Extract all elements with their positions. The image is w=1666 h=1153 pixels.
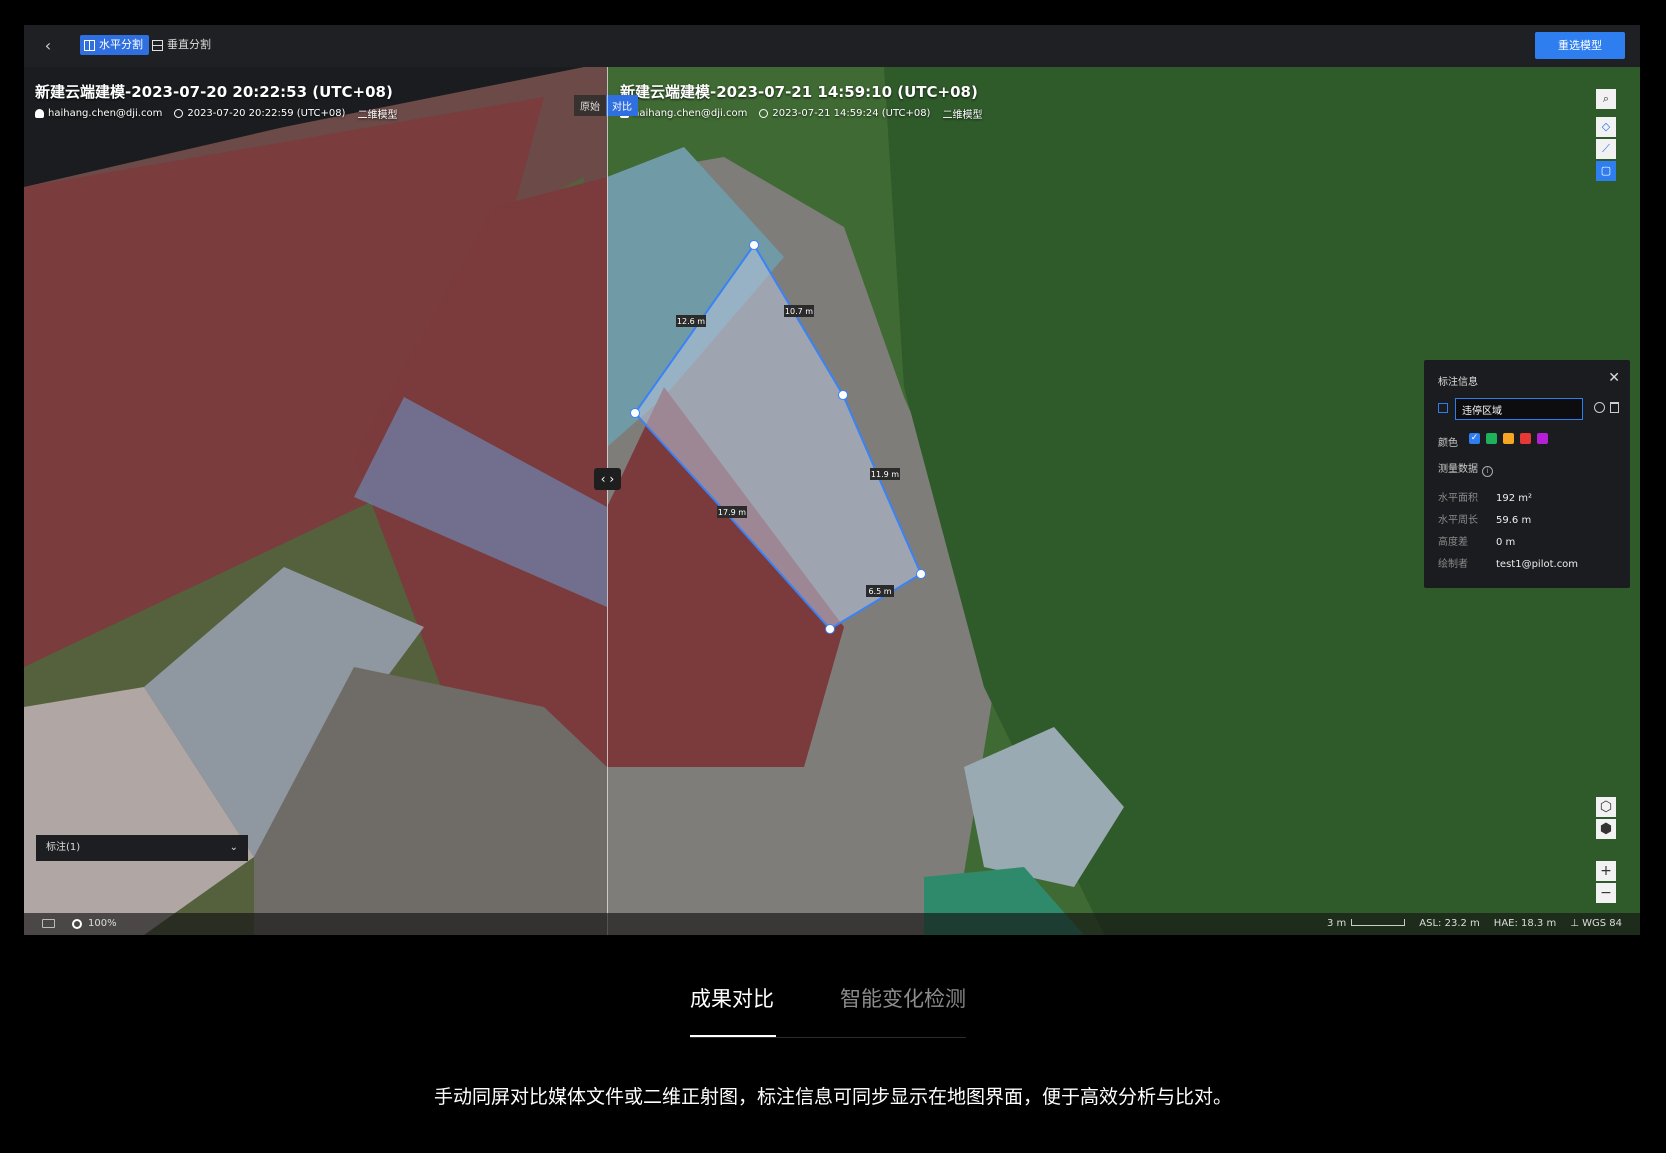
left-model-title: 新建云端建模-2023-07-20 20:22:53 (UTC+08) (35, 83, 393, 101)
hae-readout: HAE: 18.3 m (1493, 918, 1557, 929)
asl-readout: ASL: 23.2 m (1419, 918, 1480, 929)
edge-label: 11.9 m (871, 470, 899, 479)
color-swatches: ✓ (1469, 433, 1548, 444)
info-icon[interactable]: i (1482, 466, 1493, 477)
back-button[interactable]: ‹ (38, 36, 58, 56)
locate-icon[interactable] (1594, 402, 1605, 413)
edge-label: 12.6 m (677, 317, 705, 326)
line-icon: ⟋ (1602, 142, 1610, 155)
tab-result-compare[interactable]: 成果对比 (690, 983, 774, 1013)
layer-select-label: 标注(1) (46, 842, 81, 853)
compare-tag[interactable]: 对比 (606, 95, 638, 116)
left-model-info: 新建云端建模-2023-07-20 20:22:53 (UTC+08) haih… (35, 81, 397, 121)
left-model-user: haihang.chen@dji.com (48, 108, 163, 119)
trash-icon[interactable] (1610, 402, 1619, 413)
split-drag-handle[interactable]: ‹ › (594, 468, 621, 490)
measurement-row: 高度差 0 m (1438, 537, 1516, 548)
vertical-split-button[interactable]: 垂直分割 (148, 35, 217, 55)
polygon-tool[interactable]: ▢ (1596, 161, 1616, 181)
measurement-row: 水平周长 59.6 m (1438, 515, 1532, 526)
clock-icon (174, 109, 184, 118)
polygon-vertex (916, 569, 926, 579)
measure-label: 测量数据 (1438, 464, 1478, 475)
feature-tabs: 成果对比 智能变化检测 (690, 983, 966, 1038)
edge-label: 6.5 m (868, 587, 891, 596)
color-swatch[interactable] (1503, 433, 1514, 444)
arrows-horizontal-icon: ‹ › (600, 472, 615, 486)
close-icon[interactable]: ✕ (1608, 370, 1620, 386)
pin-icon: ◇ (1601, 120, 1611, 133)
keyboard-icon[interactable] (42, 919, 55, 928)
search-tool[interactable]: ⌕ (1596, 89, 1616, 109)
polygon-icon: ▢ (1600, 164, 1612, 177)
map-viewport[interactable]: 10.7 m 11.9 m 6.5 m 17.9 m 12.6 m 新建云端建模… (24, 67, 1640, 935)
color-swatch[interactable] (1537, 433, 1548, 444)
feature-caption: 手动同屏对比媒体文件或二维正射图，标注信息可同步显示在地图界面，便于高效分析与比… (433, 1086, 1232, 1108)
split-divider (607, 67, 608, 935)
scale-bar (1351, 919, 1406, 926)
right-model-type: 二维模型 (942, 110, 983, 121)
right-model-time: 2023-07-21 14:59:24 (UTC+08) (772, 108, 931, 119)
panel-title: 标注信息 (1438, 377, 1478, 388)
polygon-vertex (825, 624, 835, 634)
line-tool[interactable]: ⟋ (1596, 139, 1616, 159)
compare-toggle: 原始 对比 (574, 95, 638, 116)
scale-label: 3 m (1327, 918, 1347, 929)
map-statusbar: 100% 3 m ASL: 23.2 m HAE: 18.3 m ⊥ WGS 8… (24, 913, 1640, 935)
view-mode-group: ⬡ ⬢ (1596, 797, 1616, 841)
orthophoto-imagery: 10.7 m 11.9 m 6.5 m 17.9 m 12.6 m (24, 67, 1640, 935)
vertical-split-icon (152, 39, 163, 51)
point-tool[interactable]: ◇ (1596, 117, 1616, 137)
polygon-vertex (838, 390, 848, 400)
user-icon (35, 109, 44, 118)
crs-readout: WGS 84 (1582, 918, 1622, 929)
cube-icon: ⬡ (1599, 799, 1613, 815)
right-model-user: haihang.chen@dji.com (633, 108, 748, 119)
zoom-level: 100% (88, 918, 117, 929)
zoom-ring-icon (72, 919, 82, 929)
search-icon: ⌕ (1602, 92, 1610, 105)
model-compare-window: ‹ 水平分割 垂直分割 重选模型 10.7 m 11.9 m 6.5 m 17.… (24, 25, 1640, 935)
horizontal-split-button[interactable]: 水平分割 (80, 35, 149, 55)
reselect-model-button[interactable]: 重选模型 (1535, 32, 1625, 59)
measurement-row: 水平面积 192 m² (1438, 493, 1533, 504)
top-toolbar: ‹ 水平分割 垂直分割 重选模型 (24, 25, 1640, 68)
zoom-in-button[interactable]: + (1596, 861, 1616, 881)
polygon-icon (1438, 403, 1448, 413)
chevron-left-icon: ‹ (44, 36, 52, 55)
clock-icon (759, 109, 769, 118)
zoom-controls: + − (1596, 861, 1616, 905)
crs-icon: ⊥ (1570, 918, 1583, 929)
active-tab-underline (690, 1035, 776, 1037)
original-tag[interactable]: 原始 (574, 95, 606, 116)
minus-icon: − (1600, 885, 1612, 901)
tab-change-detection[interactable]: 智能变化检测 (840, 983, 966, 1013)
chevron-down-icon: ⌄ (229, 842, 238, 853)
right-model-title: 新建云端建模-2023-07-21 14:59:10 (UTC+08) (620, 83, 978, 101)
color-label: 颜色 (1438, 438, 1458, 449)
horizontal-split-label: 水平分割 (99, 38, 143, 51)
color-swatch[interactable]: ✓ (1469, 433, 1480, 444)
polygon-vertex (749, 240, 759, 250)
annotation-info-panel: 标注信息 ✕ 颜色 ✓ 测量数据i 水平面积192 m² 水平周长59.6 m … (1424, 360, 1630, 588)
edge-label: 17.9 m (718, 508, 746, 517)
edge-label: 10.7 m (785, 307, 813, 316)
color-swatch[interactable] (1520, 433, 1531, 444)
zoom-out-button[interactable]: − (1596, 883, 1616, 903)
left-model-type: 二维模型 (357, 110, 398, 121)
cube-filled-icon: ⬢ (1599, 821, 1613, 837)
vertical-split-label: 垂直分割 (167, 38, 211, 51)
measurement-row: 绘制者 test1@pilot.com (1438, 559, 1579, 570)
plus-icon: + (1600, 863, 1612, 879)
left-model-time: 2023-07-20 20:22:59 (UTC+08) (187, 108, 346, 119)
annotation-name-input[interactable] (1455, 398, 1583, 420)
3d-view-button[interactable]: ⬡ (1596, 797, 1616, 817)
2d-view-button[interactable]: ⬢ (1596, 819, 1616, 839)
right-model-info: 新建云端建模-2023-07-21 14:59:10 (UTC+08) haih… (620, 81, 982, 121)
horizontal-split-icon (84, 39, 95, 51)
annotation-layer-select[interactable]: 标注(1) ⌄ (36, 835, 248, 861)
color-swatch[interactable] (1486, 433, 1497, 444)
map-tool-rail: ⌕ ◇ ⟋ ▢ (1596, 89, 1616, 183)
polygon-vertex (630, 408, 640, 418)
